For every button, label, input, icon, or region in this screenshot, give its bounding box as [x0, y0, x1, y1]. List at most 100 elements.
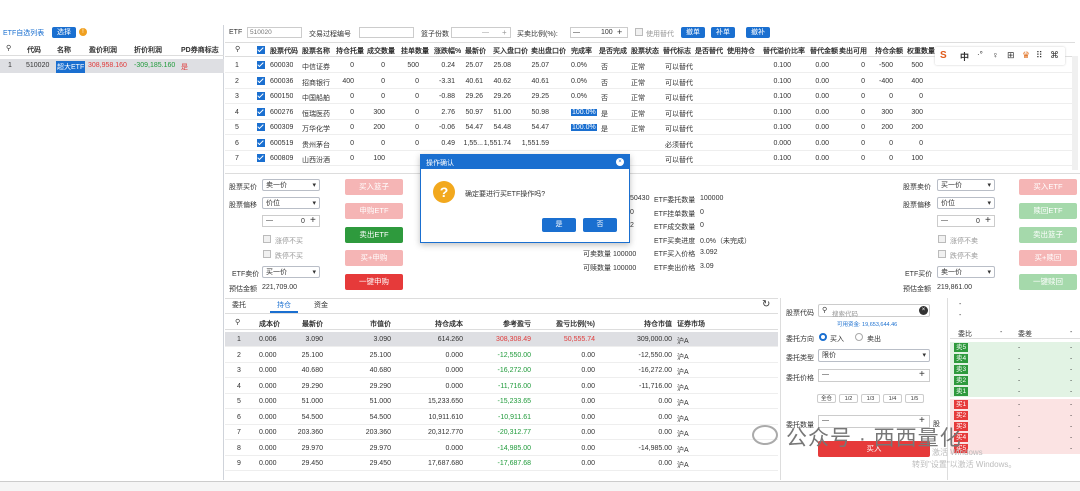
- cancel-order-button[interactable]: 撤单: [681, 27, 705, 38]
- row-checkbox[interactable]: [257, 138, 265, 147]
- punctuation-icon[interactable]: ·°: [977, 50, 983, 59]
- offset-stepper[interactable]: — 0 +: [262, 215, 320, 227]
- stock-row[interactable]: 6 600519 贵州茅台 0 0 0 0.49 1,55... 1,551.74 1,551.5…: [225, 136, 1075, 151]
- etf-row[interactable]: 1 510020 超大ETF 308,958.160 -309,185.160 …: [0, 59, 224, 73]
- sogou-icon[interactable]: S: [940, 50, 947, 61]
- trans-id-input[interactable]: [359, 27, 414, 38]
- fraction-button[interactable]: 全仓: [817, 394, 836, 403]
- position-row[interactable]: 2 0.000 25.100 25.100 0.000 -12,550.00 0.00 -12…: [225, 348, 778, 363]
- etf-sell-price-select[interactable]: 买一价 ▾: [262, 266, 320, 278]
- basket-plus-button[interactable]: +: [502, 28, 507, 37]
- search-icon[interactable]: ⚲: [235, 318, 240, 326]
- dialog-yes-button[interactable]: 是: [542, 218, 576, 232]
- stock-offset-select[interactable]: 价位 ▾: [262, 197, 320, 209]
- direction-sell-radio[interactable]: [855, 333, 863, 341]
- select-all-checkbox[interactable]: [257, 46, 265, 54]
- price-stepper[interactable]: — +: [818, 369, 930, 382]
- close-icon[interactable]: ×: [616, 158, 624, 166]
- offset-stepper-right[interactable]: — 0 +: [937, 215, 995, 227]
- select-button[interactable]: 选择: [52, 27, 76, 38]
- offset-minus-button[interactable]: —: [941, 217, 948, 224]
- etf-buy-price-select[interactable]: 卖一价 ▾: [937, 266, 995, 278]
- clear-icon[interactable]: ×: [919, 306, 928, 315]
- ratio-stepper[interactable]: — 100 +: [570, 27, 628, 38]
- ratio-minus-button[interactable]: —: [573, 29, 580, 36]
- sell-etf-button[interactable]: 卖出ETF: [345, 227, 403, 243]
- stock-row[interactable]: 4 600276 恒瑞医药 0 300 0 2.76 50.97 51.00 50.98 100.0…: [225, 105, 1075, 120]
- basket-stepper[interactable]: — +: [451, 27, 511, 38]
- ob-buy-row[interactable]: 买1 - -: [950, 399, 1080, 410]
- position-row[interactable]: 1 0.006 3.090 3.090 614.260 308,308.49 50,555.…: [225, 332, 778, 347]
- microphone-icon[interactable]: ♀: [992, 50, 999, 60]
- ob-sell-row[interactable]: 卖4 - -: [950, 353, 1080, 364]
- ratio-plus-button[interactable]: +: [617, 27, 622, 37]
- ob-sell-row[interactable]: 卖3 - -: [950, 364, 1080, 375]
- etf-code-input[interactable]: [247, 27, 302, 38]
- position-row[interactable]: 7 0.000 203.360 203.360 20,312.770 -20,312.77…: [225, 425, 778, 440]
- sell-basket-button[interactable]: 卖出篮子: [1019, 227, 1077, 243]
- stock-offset-select-right[interactable]: 价位 ▾: [937, 197, 995, 209]
- fraction-button[interactable]: 1/3: [861, 394, 880, 403]
- tab-orders[interactable]: 委托: [225, 299, 253, 313]
- info-icon[interactable]: !: [79, 28, 87, 36]
- stock-sell-price-select[interactable]: 买一价 ▾: [937, 179, 995, 191]
- ob-sell-row[interactable]: 卖2 - -: [950, 375, 1080, 386]
- skin-icon[interactable]: ♛: [1022, 50, 1030, 61]
- row-checkbox[interactable]: [257, 92, 265, 100]
- toolbox-icon[interactable]: ⌘: [1050, 50, 1059, 61]
- row-checkbox[interactable]: [257, 61, 265, 69]
- stock-row[interactable]: 3 600150 中国船舶 0 0 0 -0.88 29.26 29.26 29.25 0.0% 否正…: [225, 89, 1075, 104]
- order-type-select[interactable]: 限价 ▾: [818, 349, 930, 362]
- no-sell-limit-down-checkbox[interactable]: [938, 250, 946, 258]
- no-sell-limit-up-checkbox[interactable]: [938, 235, 946, 243]
- buy-basket-button[interactable]: 买入篮子: [345, 179, 403, 195]
- fraction-button[interactable]: 1/4: [883, 394, 902, 403]
- stock-row[interactable]: 2 600036 招商银行 400 0 0 -3.31 40.61 40.62 40.61 0.0%…: [225, 74, 1075, 89]
- stock-row[interactable]: 5 600309 万华化学 0 200 0 -0.06 54.47 54.48 54.47 100.…: [225, 120, 1075, 135]
- onekey-redeem-button[interactable]: 一键申购: [345, 274, 403, 290]
- fraction-button[interactable]: 1/5: [905, 394, 924, 403]
- search-icon[interactable]: ⚲: [235, 45, 240, 53]
- buy-redeem-button[interactable]: 买+申购: [345, 250, 403, 266]
- row-checkbox[interactable]: [257, 123, 265, 131]
- ob-sell-row[interactable]: 卖5 - -: [950, 342, 1080, 353]
- direction-buy-radio[interactable]: [819, 333, 827, 341]
- row-checkbox[interactable]: [257, 107, 265, 116]
- position-row[interactable]: 5 0.000 51.000 51.000 15,233.650 -15,233.65 0.…: [225, 394, 778, 409]
- refresh-icon[interactable]: ↻: [762, 299, 770, 310]
- price-minus-button[interactable]: —: [822, 371, 829, 378]
- stock-table-scrollbar[interactable]: [1072, 56, 1078, 170]
- stock-buy-price-select[interactable]: 卖一价 ▾: [262, 179, 320, 191]
- tab-funds[interactable]: 资金: [307, 299, 335, 313]
- offset-minus-button[interactable]: —: [266, 217, 273, 224]
- search-icon[interactable]: ⚲: [6, 44, 11, 52]
- no-buy-limit-down-checkbox[interactable]: [263, 250, 271, 258]
- buy-etf-button[interactable]: 买入ETF: [1019, 179, 1077, 195]
- onekey-redeem-right-button[interactable]: 一键赎回: [1019, 274, 1077, 290]
- dialog-no-button[interactable]: 否: [583, 218, 617, 232]
- position-row[interactable]: 6 0.000 54.500 54.500 10,911.610 -10,911.61 0.…: [225, 410, 778, 425]
- tab-positions[interactable]: 持仓: [270, 299, 298, 313]
- price-plus-button[interactable]: +: [919, 369, 925, 380]
- stock-row[interactable]: 7 600809 山西汾酒 0 100 可以替代 0.100 0.00 0 0 100: [225, 151, 1075, 166]
- chinese-input-icon[interactable]: 中: [960, 50, 969, 63]
- etf-watchlist-tab[interactable]: ETF自选列表: [3, 28, 44, 38]
- grid-icon[interactable]: ⠿: [1036, 50, 1043, 61]
- row-checkbox[interactable]: [257, 76, 265, 85]
- fraction-button[interactable]: 1/2: [839, 394, 858, 403]
- use-replace-checkbox[interactable]: [635, 28, 643, 36]
- ob-sell-row[interactable]: 卖1 - -: [950, 386, 1080, 397]
- redeem-etf-right-button[interactable]: 赎回ETF: [1019, 203, 1077, 219]
- row-checkbox[interactable]: [257, 154, 265, 162]
- cancel-fill-button[interactable]: 撤补: [746, 27, 770, 38]
- fill-order-button[interactable]: 补单: [711, 27, 735, 38]
- position-row[interactable]: 3 0.000 40.680 40.680 0.000 -16,272.00 0.00 -16…: [225, 363, 778, 378]
- position-row[interactable]: 8 0.000 29.970 29.970 0.000 -14,985.00 0.00 -14…: [225, 441, 778, 456]
- offset-plus-button[interactable]: +: [985, 215, 991, 226]
- position-row[interactable]: 9 0.000 29.450 29.450 17,687.680 -17,687.68 0.…: [225, 456, 778, 471]
- position-row[interactable]: 4 0.000 29.290 29.290 0.000 -11,716.00 0.00 -11…: [225, 379, 778, 394]
- offset-plus-button[interactable]: +: [310, 215, 316, 226]
- no-buy-limit-up-checkbox[interactable]: [263, 235, 271, 243]
- code-search-field[interactable]: ⚲ 搜索代码 ×: [818, 304, 930, 318]
- buy-redeem-right-button[interactable]: 买+赎回: [1019, 250, 1077, 266]
